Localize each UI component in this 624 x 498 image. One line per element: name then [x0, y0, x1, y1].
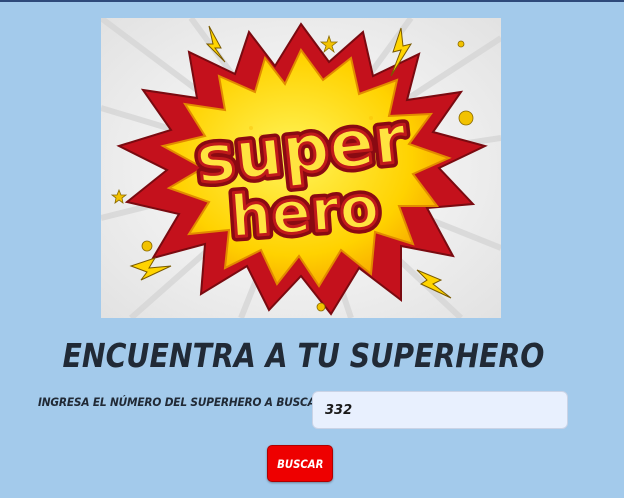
search-label: INGRESA EL NÚMERO DEL SUPERHERO A BUSCAR…: [38, 395, 328, 409]
comic-explosion-graphic: super super hero hero: [101, 18, 501, 318]
search-button-label: BUSCAR: [276, 456, 324, 471]
superhero-number-input[interactable]: [312, 391, 568, 429]
superhero-banner-image: super super hero hero: [101, 18, 501, 318]
page-title: ENCUENTRA A TU SUPERHERO: [62, 336, 545, 375]
search-button[interactable]: BUSCAR: [267, 445, 333, 482]
logo-text-line2: hero: [228, 173, 381, 251]
